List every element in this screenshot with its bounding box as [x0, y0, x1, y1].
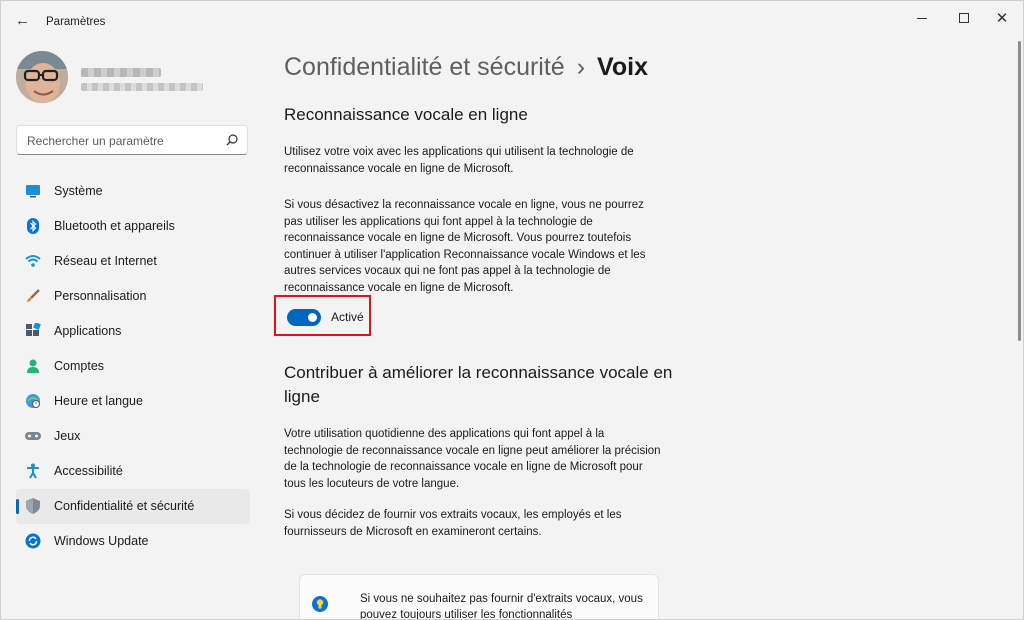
avatar-photo [16, 51, 68, 103]
sidebar-item-windows-update[interactable]: Windows Update [16, 524, 250, 559]
bluetooth-icon [25, 218, 41, 234]
shield-icon [25, 498, 41, 514]
scrollbar[interactable] [1018, 41, 1021, 341]
profile-email-redacted [81, 83, 203, 91]
breadcrumb-separator: › [576, 53, 586, 81]
info-card: Si vous ne souhaitez pas fournir d'extra… [299, 574, 659, 620]
sidebar-item-label: Jeux [54, 429, 81, 443]
sidebar-item-reseau[interactable]: Réseau et Internet [16, 244, 250, 279]
sidebar-item-systeme[interactable]: Système [16, 174, 250, 209]
maximize-button[interactable] [949, 7, 979, 29]
sidebar-item-bluetooth[interactable]: Bluetooth et appareils [16, 209, 250, 244]
sidebar-item-label: Heure et langue [54, 394, 143, 408]
sidebar-item-applications[interactable]: Applications [16, 314, 250, 349]
sidebar-item-label: Applications [54, 324, 122, 338]
close-icon: ✕ [995, 9, 1009, 27]
accessibility-icon [25, 463, 41, 479]
globe-clock-icon [25, 393, 41, 409]
brush-icon [25, 288, 41, 304]
active-indicator [16, 499, 19, 514]
maximize-icon [959, 13, 969, 23]
settings-window: ← Paramètres ✕ Rechercher un paramètre S… [0, 0, 1024, 620]
page-title: Voix [597, 53, 648, 81]
breadcrumb-parent[interactable]: Confidentialité et sécurité [284, 53, 565, 81]
search-icon[interactable] [225, 133, 239, 147]
section-title-contribuer: Contribuer à améliorer la reconnaissance… [284, 363, 673, 406]
app-title: Paramètres [46, 16, 106, 28]
toggle-state-label: Activé [331, 310, 364, 324]
toggle-knob [308, 313, 317, 322]
sidebar-item-label: Comptes [54, 359, 105, 373]
sidebar-item-personnalisation[interactable]: Personnalisation [16, 279, 250, 314]
apps-icon [25, 323, 41, 339]
online-speech-toggle[interactable] [287, 309, 321, 326]
sidebar-item-accessibilite[interactable]: Accessibilité [16, 454, 250, 489]
section-note: Si vous décidez de fournir vos extraits … [284, 509, 622, 538]
profile-name-redacted [81, 68, 161, 77]
sidebar-nav: Système Bluetooth et appareils Réseau et… [16, 174, 250, 559]
sidebar-item-label: Confidentialité et sécurité [54, 499, 195, 513]
highlight-box: Activé [274, 295, 371, 336]
sidebar-item-comptes[interactable]: Comptes [16, 349, 250, 384]
close-button[interactable]: ✕ [987, 7, 1017, 29]
monitor-icon [25, 183, 41, 199]
minimize-icon [917, 17, 927, 19]
sidebar-item-jeux[interactable]: Jeux [16, 419, 250, 454]
sidebar-item-label: Personnalisation [54, 289, 147, 303]
sidebar-item-label: Système [54, 184, 103, 198]
section-description: Votre utilisation quotidienne des applic… [284, 428, 661, 490]
sidebar-item-heure[interactable]: Heure et langue [16, 384, 250, 419]
section-warning: Si vous désactivez la reconnaissance voc… [284, 199, 646, 294]
breadcrumb: Confidentialité et sécurité › Voix [284, 53, 648, 82]
minimize-button[interactable] [907, 7, 937, 29]
lightbulb-icon [312, 596, 328, 612]
search-input[interactable]: Rechercher un paramètre [16, 125, 248, 155]
section-title-reconnaissance: Reconnaissance vocale en ligne [284, 105, 528, 124]
person-icon [25, 358, 41, 374]
wifi-icon [25, 253, 41, 269]
avatar[interactable] [16, 51, 68, 103]
sidebar-item-label: Réseau et Internet [54, 254, 157, 268]
arrow-left-icon[interactable]: ← [15, 13, 31, 29]
sidebar-item-label: Bluetooth et appareils [54, 219, 175, 233]
sidebar-item-label: Accessibilité [54, 464, 123, 478]
section-description: Utilisez votre voix avec les application… [284, 146, 634, 175]
gamepad-icon [25, 428, 41, 444]
sidebar-item-confidentialite[interactable]: Confidentialité et sécurité [16, 489, 250, 524]
update-icon [25, 533, 41, 549]
search-placeholder: Rechercher un paramètre [27, 134, 164, 148]
title-bar: ← Paramètres ✕ [1, 1, 1023, 41]
sidebar-item-label: Windows Update [54, 534, 149, 548]
info-card-text: Si vous ne souhaitez pas fournir d'extra… [360, 593, 643, 620]
